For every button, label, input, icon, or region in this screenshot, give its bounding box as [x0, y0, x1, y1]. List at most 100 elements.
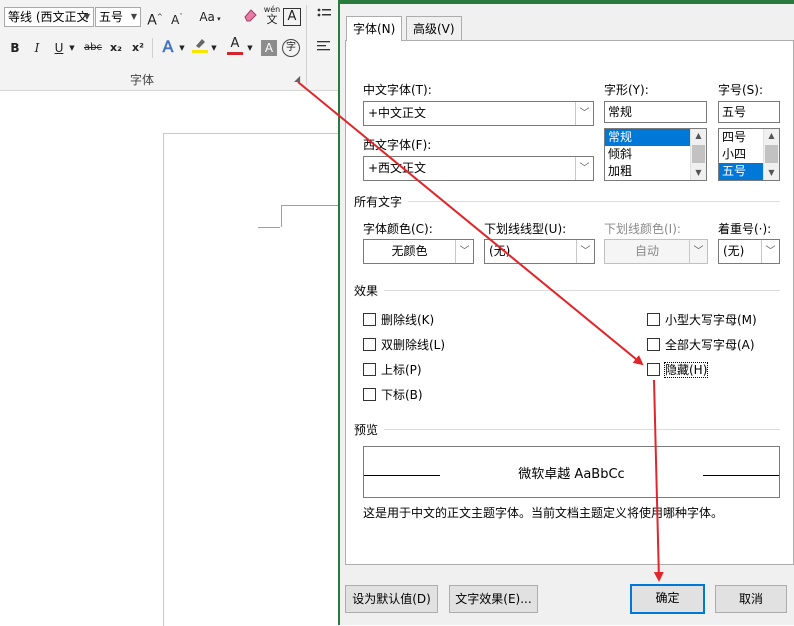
text-effects-button[interactable]: A [158, 37, 178, 57]
underline-style-combo[interactable]: (无) ﹀ [484, 239, 595, 264]
scroll-down-icon[interactable]: ▼ [691, 166, 706, 180]
dialog-title-bar [338, 0, 794, 4]
font-size-combo[interactable]: 五号 ▼ [95, 7, 141, 27]
scroll-thumb[interactable] [692, 145, 705, 163]
text-effects-button[interactable]: 文字效果(E)... [449, 585, 538, 613]
cn-font-combo[interactable]: +中文正文 ﹀ [363, 101, 594, 126]
cn-font-label: 中文字体(T): [363, 83, 432, 97]
list-item[interactable]: 常规 [605, 129, 690, 146]
style-input-value: 常规 [608, 105, 633, 119]
align-left-icon [317, 41, 330, 51]
checkbox-label: 上标(P) [381, 363, 422, 377]
font-color-dropdown[interactable]: ▼ [244, 38, 256, 58]
enclose-char-button[interactable]: 字 [282, 39, 300, 57]
phonetic-guide-button[interactable]: wén 文 [262, 5, 282, 25]
checkbox-label: 删除线(K) [381, 313, 435, 327]
size-listbox[interactable]: 四号 小四 五号 ▲ ▼ [718, 128, 780, 181]
font-color-button[interactable]: A [225, 36, 245, 56]
clear-formatting-button[interactable] [240, 7, 260, 27]
subscript-icon: x₂ [110, 41, 122, 54]
change-case-button[interactable]: Aa ▾ [196, 7, 224, 27]
dialog-launcher-icon[interactable]: ◢ [294, 75, 302, 83]
chevron-down-icon: ▼ [211, 44, 217, 52]
bold-button[interactable]: B [5, 38, 25, 58]
chevron-down-icon[interactable]: ﹀ [761, 240, 779, 263]
italic-button[interactable]: I [27, 38, 47, 58]
font-color-swatch [227, 52, 243, 55]
subscript-checkbox[interactable]: 下标(B) [363, 386, 423, 403]
style-listbox[interactable]: 常规 倾斜 加粗 ▲ ▼ [604, 128, 707, 181]
tab-advanced[interactable]: 高级(V) [406, 16, 462, 40]
size-scrollbar[interactable]: ▲ ▼ [763, 129, 779, 180]
checkbox-box[interactable] [363, 363, 376, 376]
shrink-font-button[interactable]: Aˇ [167, 7, 187, 27]
checkbox-box[interactable] [363, 388, 376, 401]
document-page[interactable] [163, 133, 344, 626]
checkbox-box[interactable] [647, 363, 660, 376]
list-item[interactable]: 五号 [719, 163, 763, 180]
ribbon-font-group: 等线 (西文正文 ▼ 五号 ▼ A^ Aˇ Aa ▾ wén 文 A B I U… [0, 0, 340, 91]
checkbox-box[interactable] [647, 313, 660, 326]
scroll-thumb[interactable] [765, 145, 778, 163]
west-font-combo[interactable]: +西文正文 ﹀ [363, 156, 594, 181]
checkbox-box[interactable] [647, 338, 660, 351]
strikethrough-checkbox[interactable]: 删除线(K) [363, 311, 434, 328]
bullets-icon [317, 8, 331, 17]
scroll-up-icon[interactable]: ▲ [764, 129, 779, 143]
highlight-dropdown[interactable]: ▼ [208, 38, 220, 58]
cancel-button[interactable]: 取消 [715, 585, 787, 613]
emphasis-combo[interactable]: (无) ﹀ [718, 239, 780, 264]
char-shading-icon: A [264, 41, 274, 55]
text-effects-dropdown[interactable]: ▼ [176, 38, 188, 58]
preview-note: 这是用于中文的正文主题字体。当前文档主题定义将使用哪种字体。 [363, 506, 724, 520]
checkbox-label: 隐藏(H) [663, 362, 709, 378]
checkbox-box[interactable] [363, 313, 376, 326]
superscript-button[interactable]: x² [128, 38, 148, 58]
tab-font[interactable]: 字体(N) [346, 16, 403, 41]
small-caps-checkbox[interactable]: 小型大写字母(M) [647, 311, 757, 328]
superscript-checkbox[interactable]: 上标(P) [363, 361, 422, 378]
underline-style-label: 下划线线型(U): [484, 222, 567, 236]
ok-label: 确定 [655, 591, 680, 605]
strikethrough-button[interactable]: abc [82, 38, 104, 58]
style-input[interactable]: 常规 [604, 101, 707, 123]
scroll-down-icon[interactable]: ▼ [764, 166, 779, 180]
chevron-down-icon: ▼ [130, 12, 137, 21]
subscript-button[interactable]: x₂ [106, 38, 126, 58]
hidden-checkbox[interactable]: 隐藏(H) [647, 361, 709, 378]
chevron-down-icon: ▼ [247, 44, 253, 52]
all-text-section-title: 所有文字 [354, 193, 409, 210]
tab-font-label: 字体(N) [353, 22, 396, 36]
font-color-combo[interactable]: 无颜色 ﹀ [363, 239, 474, 264]
section-divider [354, 201, 780, 202]
scroll-up-icon[interactable]: ▲ [691, 129, 706, 143]
checkbox-box[interactable] [363, 338, 376, 351]
align-left-button[interactable] [314, 38, 334, 58]
grow-font-icon: A [147, 12, 157, 29]
highlight-button[interactable] [190, 36, 210, 56]
chevron-down-icon[interactable]: ﹀ [575, 157, 593, 180]
underline-dropdown[interactable]: ▼ [66, 38, 78, 58]
chevron-down-icon[interactable]: ﹀ [576, 240, 594, 263]
size-input[interactable]: 五号 [718, 101, 780, 123]
style-scrollbar[interactable]: ▲ ▼ [690, 129, 706, 180]
char-border-button[interactable]: A [283, 8, 301, 26]
bullets-button[interactable] [314, 7, 334, 27]
bold-icon: B [10, 41, 20, 55]
set-default-button[interactable]: 设为默认值(D) [345, 585, 438, 613]
ok-button[interactable]: 确定 [630, 584, 705, 614]
font-color-icon: A [230, 36, 240, 51]
font-name-combo[interactable]: 等线 (西文正文 ▼ [4, 7, 94, 27]
char-shading-button[interactable]: A [261, 40, 277, 56]
ribbon-separator [306, 5, 307, 85]
eraser-icon [244, 9, 257, 22]
chevron-down-icon[interactable]: ﹀ [575, 102, 593, 125]
chevron-down-icon[interactable]: ﹀ [455, 240, 473, 263]
underline-style-value: (无) [489, 244, 511, 258]
italic-icon: I [34, 41, 40, 55]
section-divider [354, 290, 780, 291]
west-font-label: 西文字体(F): [363, 138, 432, 152]
all-caps-checkbox[interactable]: 全部大写字母(A) [647, 336, 755, 353]
grow-font-button[interactable]: A^ [145, 7, 165, 29]
double-strikethrough-checkbox[interactable]: 双删除线(L) [363, 336, 445, 353]
